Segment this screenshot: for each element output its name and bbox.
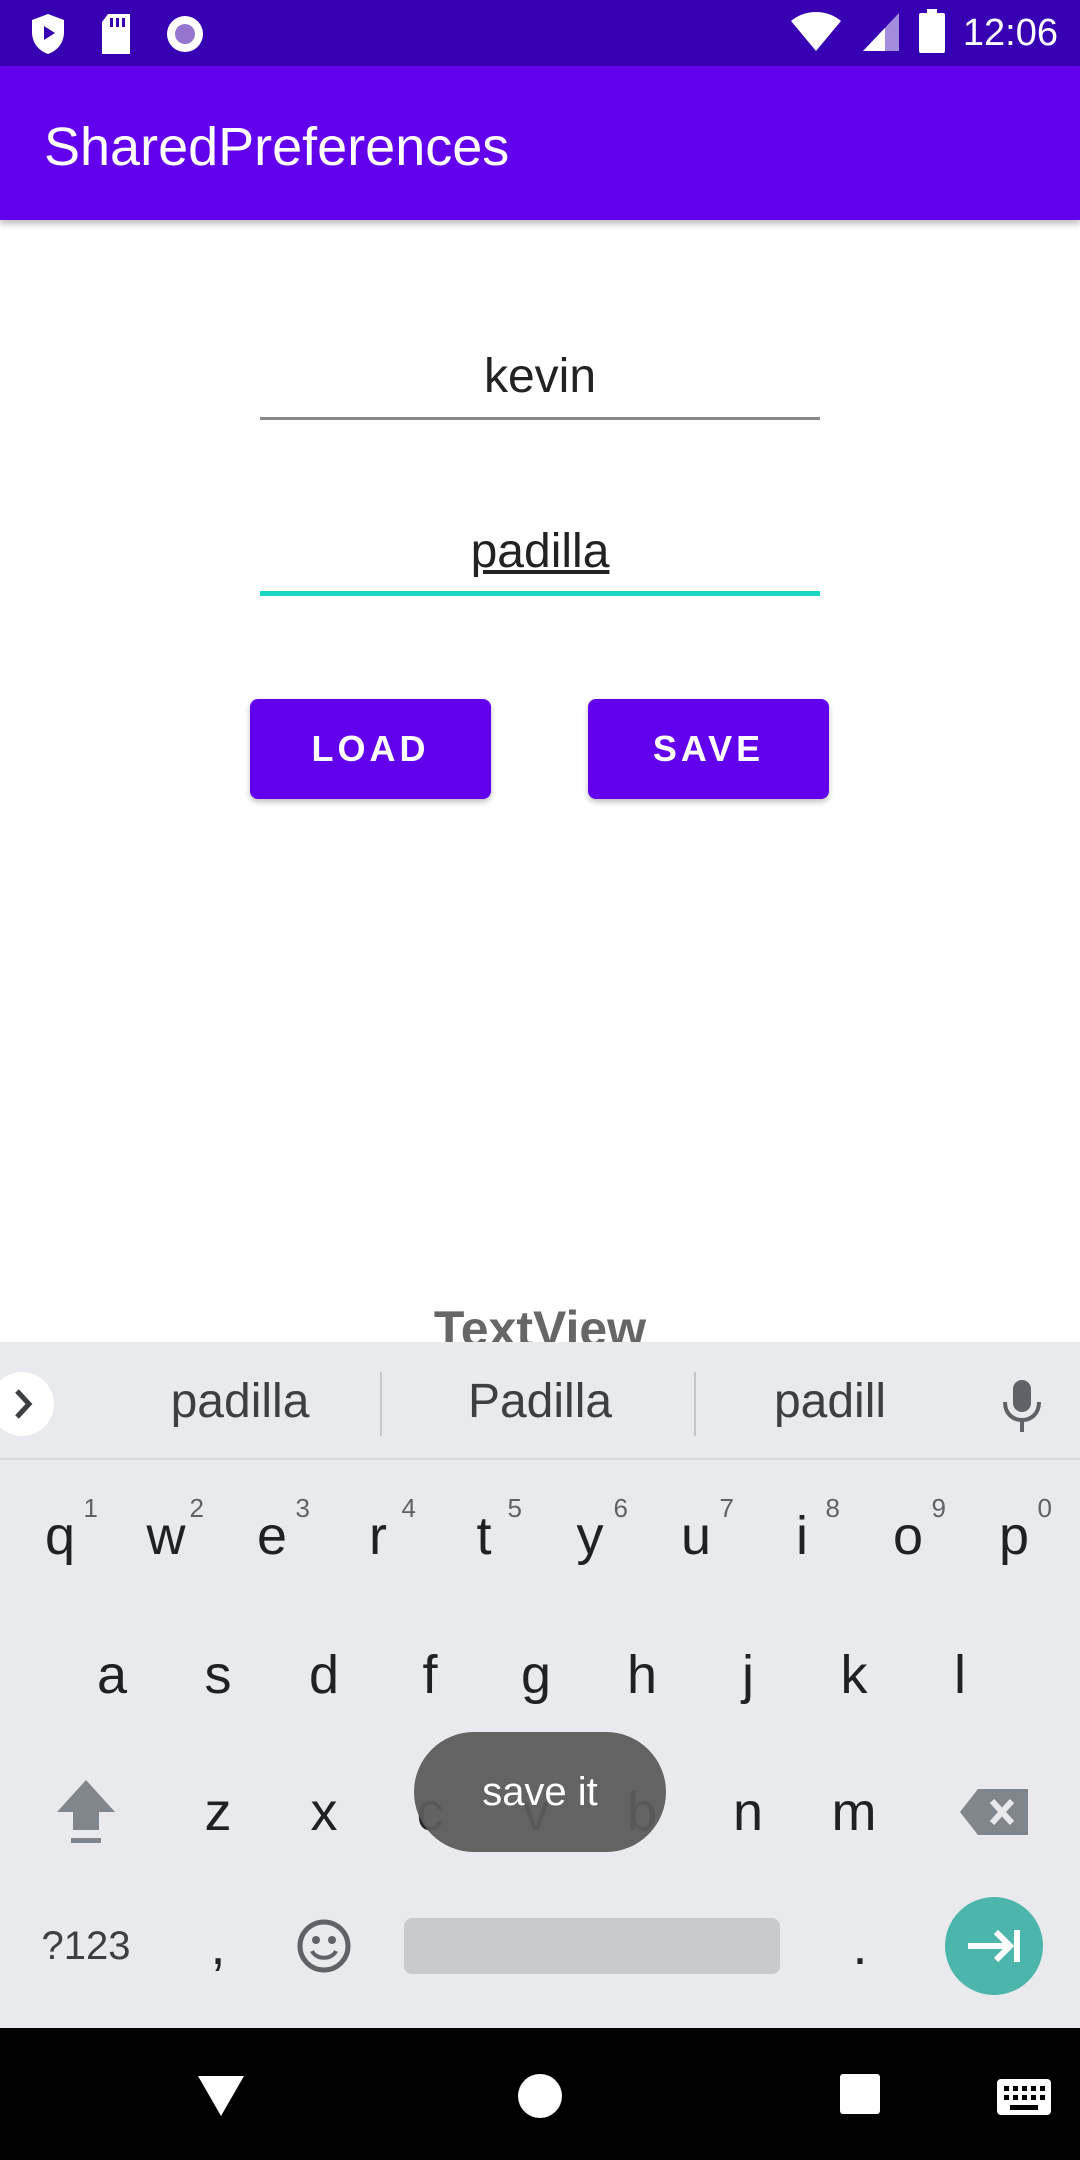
app-bar: SharedPreferences: [0, 66, 1080, 220]
suggestion-3[interactable]: padill: [720, 1372, 940, 1432]
shift-key[interactable]: [36, 1757, 136, 1867]
key-e[interactable]: e3: [222, 1481, 322, 1591]
key-u[interactable]: u7: [646, 1481, 746, 1591]
recording-icon: [164, 13, 206, 60]
key-label: t: [476, 1506, 492, 1566]
last-name-input[interactable]: [260, 512, 820, 591]
key-j[interactable]: j: [698, 1620, 798, 1730]
key-r[interactable]: r4: [328, 1481, 428, 1591]
load-button[interactable]: LOAD: [250, 699, 491, 799]
key-label: e: [256, 1506, 288, 1566]
suggestion-2[interactable]: Padilla: [420, 1372, 660, 1432]
key-k[interactable]: k: [804, 1620, 904, 1730]
emoji-icon: [297, 1919, 351, 1973]
suggestion-divider: [380, 1372, 382, 1436]
battery-icon: [918, 8, 945, 58]
toast-message: save it: [414, 1732, 666, 1852]
key-label: y: [576, 1506, 604, 1566]
chevron-right-icon: [15, 1389, 33, 1419]
shift-icon: [57, 1780, 115, 1843]
key-a[interactable]: a: [62, 1620, 162, 1730]
enter-key[interactable]: [945, 1897, 1043, 1995]
key-label: r: [369, 1506, 387, 1566]
status-right-icons: 12:06: [789, 8, 1058, 58]
key-q[interactable]: q1: [10, 1481, 110, 1591]
last-name-field[interactable]: [260, 512, 820, 596]
recents-icon[interactable]: [838, 2072, 882, 2121]
key-hint: 1: [83, 1493, 98, 1523]
key-z[interactable]: z: [168, 1757, 268, 1867]
symbols-key[interactable]: ?123: [30, 1891, 142, 2001]
suggestion-divider: [694, 1372, 696, 1436]
navigation-bar: [0, 2028, 1080, 2160]
key-hint: 2: [189, 1493, 204, 1523]
suggestion-bar: padilla Padilla padill: [0, 1342, 1080, 1460]
key-l[interactable]: l: [910, 1620, 1010, 1730]
key-s[interactable]: s: [168, 1620, 268, 1730]
key-hint: 9: [931, 1493, 946, 1523]
key-hint: 4: [401, 1493, 416, 1523]
key-w[interactable]: w2: [116, 1481, 216, 1591]
key-o[interactable]: o9: [858, 1481, 958, 1591]
key-hint: 3: [295, 1493, 310, 1523]
key-label: o: [892, 1506, 924, 1566]
key-hint: 0: [1037, 1493, 1052, 1523]
backspace-key[interactable]: [944, 1757, 1044, 1867]
suggestion-expand-button[interactable]: [0, 1372, 54, 1436]
play-protect-icon: [28, 12, 68, 61]
keyboard-switch-icon[interactable]: [996, 2078, 1052, 2121]
key-hint: 5: [507, 1493, 522, 1523]
wifi-icon: [789, 9, 843, 58]
first-name-field[interactable]: [260, 336, 820, 420]
back-icon[interactable]: [196, 2072, 246, 2123]
key-m[interactable]: m: [804, 1757, 904, 1867]
tab-arrow-icon: [968, 1929, 1020, 1963]
key-y[interactable]: y6: [540, 1481, 640, 1591]
key-x[interactable]: x: [274, 1757, 374, 1867]
status-bar: 12:06: [0, 0, 1080, 66]
key-f[interactable]: f: [380, 1620, 480, 1730]
status-time: 12:06: [962, 12, 1058, 54]
key-t[interactable]: t5: [434, 1481, 534, 1591]
key-d[interactable]: d: [274, 1620, 374, 1730]
emoji-key[interactable]: [274, 1891, 374, 2001]
backspace-icon: [960, 1789, 1028, 1835]
save-button[interactable]: SAVE: [588, 699, 829, 799]
key-label: q: [44, 1506, 76, 1566]
key-g[interactable]: g: [486, 1620, 586, 1730]
comma-key[interactable]: ,: [168, 1891, 268, 2001]
key-h[interactable]: h: [592, 1620, 692, 1730]
key-i[interactable]: i8: [752, 1481, 852, 1591]
key-label: p: [998, 1506, 1030, 1566]
key-label: i: [796, 1506, 808, 1566]
space-key[interactable]: [404, 1918, 780, 1974]
app-title: SharedPreferences: [44, 117, 510, 177]
key-label: w: [146, 1506, 186, 1566]
sd-card-icon: [98, 12, 134, 61]
key-label: u: [680, 1506, 712, 1566]
key-p[interactable]: p0: [964, 1481, 1064, 1591]
microphone-icon[interactable]: [1000, 1378, 1044, 1439]
first-name-input[interactable]: [260, 336, 820, 417]
home-icon[interactable]: [516, 2072, 564, 2125]
key-hint: 7: [719, 1493, 734, 1523]
period-key[interactable]: .: [810, 1891, 910, 2001]
key-hint: 6: [613, 1493, 628, 1523]
suggestion-1[interactable]: padilla: [120, 1372, 360, 1432]
signal-icon: [861, 9, 901, 58]
key-hint: 8: [825, 1493, 840, 1523]
status-left-icons: [28, 12, 206, 61]
key-n[interactable]: n: [698, 1757, 798, 1867]
